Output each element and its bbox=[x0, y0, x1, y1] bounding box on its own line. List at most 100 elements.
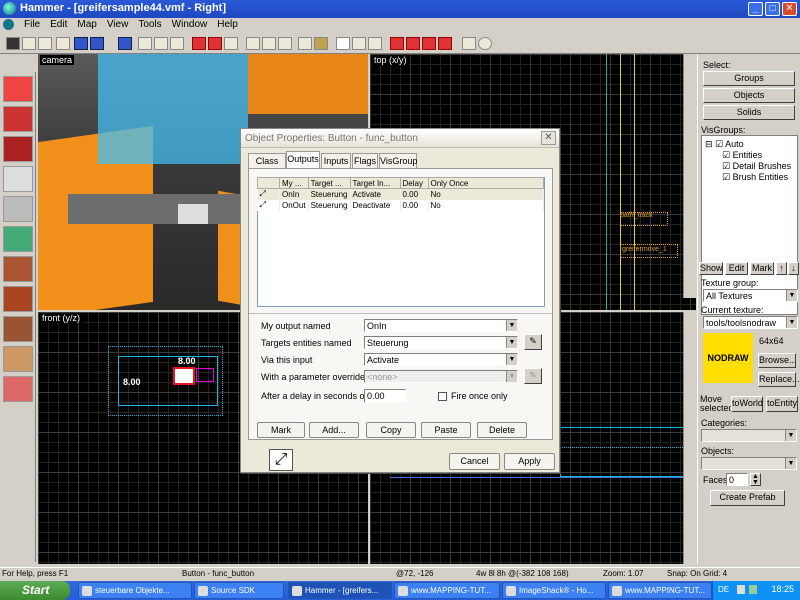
menu-file[interactable]: File bbox=[19, 18, 45, 31]
delay-input[interactable]: 0.00 bbox=[364, 389, 406, 403]
maximize-button[interactable]: □ bbox=[765, 2, 780, 16]
toolbar-ungroup-icon[interactable] bbox=[90, 37, 104, 50]
col-only-once[interactable]: Only Once bbox=[427, 177, 544, 189]
language-indicator[interactable]: DE bbox=[718, 585, 729, 594]
toolbar-texscale-icon[interactable] bbox=[314, 37, 328, 50]
groups-button[interactable]: Groups bbox=[703, 71, 795, 86]
texture-preview[interactable]: NODRAW bbox=[703, 333, 753, 383]
toolbar-texlock-icon[interactable] bbox=[298, 37, 312, 50]
minimize-button[interactable]: _ bbox=[748, 2, 763, 16]
toolbar-handles-icon[interactable] bbox=[352, 37, 366, 50]
col-target-input[interactable]: Target In... bbox=[349, 177, 401, 189]
menu-map[interactable]: Map bbox=[72, 18, 101, 31]
paste-icon[interactable] bbox=[278, 37, 292, 50]
toolbar-check-icon[interactable] bbox=[422, 37, 436, 50]
task-mapping-tut-1[interactable]: www.MAPPING-TUT... bbox=[394, 582, 500, 599]
side-viewport-scrollbar[interactable] bbox=[683, 312, 696, 564]
col-my-output[interactable]: My ... bbox=[279, 177, 309, 189]
toolbar-texture-icon[interactable] bbox=[154, 37, 168, 50]
toolbar-camera-icon[interactable] bbox=[138, 37, 152, 50]
toolbar-carve-icon[interactable] bbox=[192, 37, 206, 50]
visgroup-detail-brushes[interactable]: ☑ Detail Brushes bbox=[722, 161, 791, 172]
apply-button[interactable]: Apply bbox=[504, 453, 555, 470]
close-button[interactable]: ✕ bbox=[782, 2, 797, 16]
browse-button[interactable]: Browse... bbox=[758, 353, 797, 368]
visgroup-brush-entities[interactable]: ☑ Brush Entities bbox=[722, 172, 788, 183]
tab-visgroup[interactable]: VisGroup bbox=[379, 153, 417, 168]
output-row[interactable]: ⤢ OnIn Steuerung Activate 0.00 No bbox=[257, 188, 544, 200]
tab-outputs[interactable]: Outputs bbox=[286, 151, 320, 169]
col-target[interactable]: Target ... bbox=[307, 177, 351, 189]
menu-view[interactable]: View bbox=[102, 18, 134, 31]
add-button[interactable]: Add... bbox=[309, 422, 359, 438]
solids-button[interactable]: Solids bbox=[703, 105, 795, 120]
tab-inputs[interactable]: Inputs bbox=[321, 153, 351, 168]
vis-edit-button[interactable]: Edit bbox=[725, 262, 748, 275]
toolbar-grid-larger-icon[interactable] bbox=[38, 37, 52, 50]
output-row[interactable]: ⤢ OnOut Steuerung Deactivate 0.00 No bbox=[257, 199, 544, 211]
visgroup-auto[interactable]: ⊟ ☑ Auto bbox=[705, 139, 744, 150]
targets-select[interactable]: Steuerung ▼ bbox=[364, 336, 518, 349]
texture-tool-icon[interactable] bbox=[3, 226, 33, 252]
toolbar-td-icon[interactable] bbox=[368, 37, 382, 50]
via-input-select[interactable]: Activate ▼ bbox=[364, 353, 518, 366]
toolbar-hollow-icon[interactable] bbox=[208, 37, 222, 50]
task-source-sdk[interactable]: Source SDK bbox=[194, 582, 284, 599]
task-mapping-tut-2[interactable]: www.MAPPING-TUT... bbox=[608, 582, 712, 599]
camera-tool-icon[interactable] bbox=[3, 136, 33, 162]
dialog-close-icon[interactable]: ✕ bbox=[541, 131, 556, 145]
objects-button[interactable]: Objects bbox=[703, 88, 795, 103]
menu-tools[interactable]: Tools bbox=[133, 18, 166, 31]
cancel-button[interactable]: Cancel bbox=[449, 453, 500, 470]
toolbar-hide-icon[interactable] bbox=[118, 37, 132, 50]
param-select[interactable]: <none> ▼ bbox=[364, 370, 518, 383]
toolbar-clip-icon[interactable] bbox=[224, 37, 238, 50]
entity-tool-icon[interactable] bbox=[3, 166, 33, 192]
faces-spin-icon[interactable]: ▲ ▼ bbox=[750, 473, 761, 486]
vis-mark-button[interactable]: Mark bbox=[750, 262, 774, 275]
eyedropper-icon[interactable]: ✎ bbox=[524, 334, 542, 350]
to-entity-button[interactable]: toEntity bbox=[766, 396, 798, 412]
overlay-tool-icon[interactable] bbox=[3, 316, 33, 342]
vertex-tool-icon[interactable] bbox=[3, 376, 33, 402]
task-imageshack[interactable]: ImageShack® - Ho... bbox=[502, 582, 606, 599]
texture-group-select[interactable]: All Textures ▼ bbox=[703, 289, 798, 302]
delete-button[interactable]: Delete bbox=[477, 422, 527, 438]
my-output-select[interactable]: OnIn ▼ bbox=[364, 319, 518, 332]
toolbar-sprite-icon[interactable] bbox=[462, 37, 476, 50]
param-eyedropper-icon[interactable]: ✎ bbox=[524, 368, 542, 384]
copy-icon[interactable] bbox=[262, 37, 276, 50]
mark-button[interactable]: Mark bbox=[257, 422, 305, 438]
to-world-button[interactable]: toWorld bbox=[731, 396, 763, 412]
toolbar-grid-smaller-icon[interactable] bbox=[22, 37, 36, 50]
tray-network-icon[interactable] bbox=[749, 585, 757, 594]
toolbar-select-icon[interactable] bbox=[336, 37, 350, 50]
decal-tool-icon[interactable] bbox=[3, 286, 33, 312]
menu-help[interactable]: Help bbox=[212, 18, 243, 31]
clipping-tool-icon[interactable] bbox=[3, 346, 33, 372]
start-button[interactable]: Start bbox=[0, 581, 70, 600]
block-tool-icon[interactable] bbox=[3, 196, 33, 222]
fire-once-checkbox[interactable] bbox=[438, 392, 447, 401]
paste-button[interactable]: Paste bbox=[421, 422, 471, 438]
objects-select[interactable]: ▼ bbox=[701, 457, 797, 470]
faces-input[interactable]: 0 bbox=[726, 473, 748, 486]
selection-tool-icon[interactable] bbox=[3, 76, 33, 102]
toolbar-run-icon[interactable] bbox=[390, 37, 404, 50]
toolbar-entity-report-icon[interactable] bbox=[406, 37, 420, 50]
vis-down-icon[interactable]: ↓ bbox=[788, 262, 799, 275]
create-prefab-button[interactable]: Create Prefab bbox=[710, 490, 785, 506]
tab-flags[interactable]: Flags bbox=[352, 153, 378, 168]
toolbar-grid-icon[interactable] bbox=[6, 37, 20, 50]
col-delay[interactable]: Delay bbox=[399, 177, 429, 189]
tray-app-icon[interactable] bbox=[737, 585, 745, 594]
apply-texture-icon[interactable] bbox=[3, 256, 33, 282]
toolbar-props-icon[interactable] bbox=[438, 37, 452, 50]
task-steuerbare[interactable]: steuerbare Objekte... bbox=[78, 582, 192, 599]
menu-window[interactable]: Window bbox=[167, 18, 213, 31]
task-hammer[interactable]: Hammer - [greifers... bbox=[288, 582, 392, 599]
toolbar-globe-icon[interactable] bbox=[478, 37, 492, 50]
magnify-tool-icon[interactable] bbox=[3, 106, 33, 132]
categories-select[interactable]: ▼ bbox=[701, 429, 797, 442]
top-viewport-scrollbar[interactable] bbox=[683, 54, 696, 298]
